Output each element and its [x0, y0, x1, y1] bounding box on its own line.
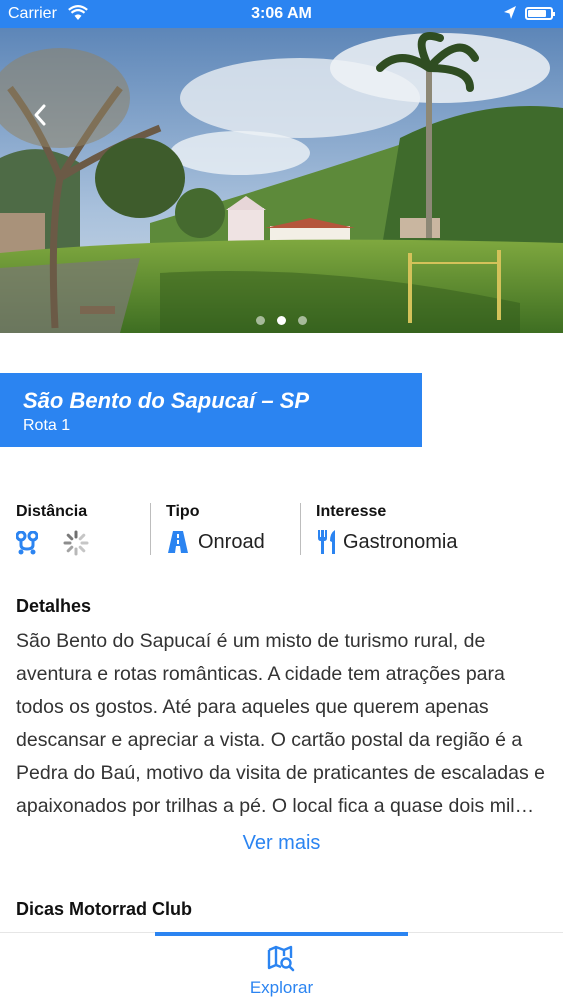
- map-search-icon: [267, 944, 295, 977]
- tab-label: Explorar: [249, 978, 314, 997]
- page-dot[interactable]: [298, 316, 307, 325]
- fork-knife-icon: [316, 529, 338, 560]
- interest-attribute: Interesse Gastronomia: [316, 503, 458, 554]
- details-heading: Detalhes: [16, 596, 92, 616]
- route-subtitle: Rota 1: [23, 417, 71, 434]
- details-line: todos os gostos. Até para aqueles que qu…: [16, 696, 489, 718]
- tips-heading: Dicas Motorrad Club: [16, 899, 193, 919]
- tab-explorar[interactable]: Explorar: [155, 936, 408, 1000]
- route-attributes: Distância Tipo Onroad Interesse Gastrono…: [0, 503, 563, 563]
- type-label: Tipo: [166, 503, 200, 520]
- location-arrow-icon: [503, 5, 517, 26]
- route-title-card: São Bento do Sapucaí – SP Rota 1: [0, 373, 422, 447]
- details-line: apaixonados por trilhas a pé. O local fi…: [16, 795, 535, 817]
- landscape-photo: [0, 28, 563, 333]
- status-bar: Carrier 3:06 AM: [0, 0, 563, 28]
- distance-label: Distância: [16, 503, 88, 520]
- hero-image[interactable]: [0, 28, 563, 333]
- road-icon: [166, 529, 190, 560]
- see-more-link[interactable]: Ver mais: [0, 832, 563, 855]
- chevron-left-icon: [34, 104, 46, 126]
- page-dot-active[interactable]: [277, 316, 286, 325]
- divider: [150, 503, 151, 555]
- details-line: Pedra do Baú, motivo da visita de pratic…: [16, 762, 545, 784]
- divider: [300, 503, 301, 555]
- page-indicator[interactable]: [0, 312, 563, 330]
- page-dot[interactable]: [256, 316, 265, 325]
- interest-value: Gastronomia: [343, 531, 458, 553]
- loading-spinner-icon: [62, 529, 90, 562]
- battery-icon: [525, 7, 555, 20]
- back-button[interactable]: [26, 100, 56, 130]
- details-line: São Bento do Sapucaí é um misto de turis…: [16, 630, 486, 652]
- details-line: aventura e rotas românticas. A cidade te…: [16, 663, 505, 685]
- type-attribute: Tipo Onroad: [166, 503, 265, 553]
- route-icon: [15, 530, 39, 560]
- details-line: descansar e apreciar a vista. O cartão p…: [16, 729, 523, 751]
- distance-attribute: Distância: [15, 503, 89, 556]
- interest-label: Interesse: [316, 503, 387, 520]
- clock: 3:06 AM: [251, 5, 312, 22]
- route-title: São Bento do Sapucaí – SP: [23, 388, 310, 413]
- type-value: Onroad: [198, 531, 265, 553]
